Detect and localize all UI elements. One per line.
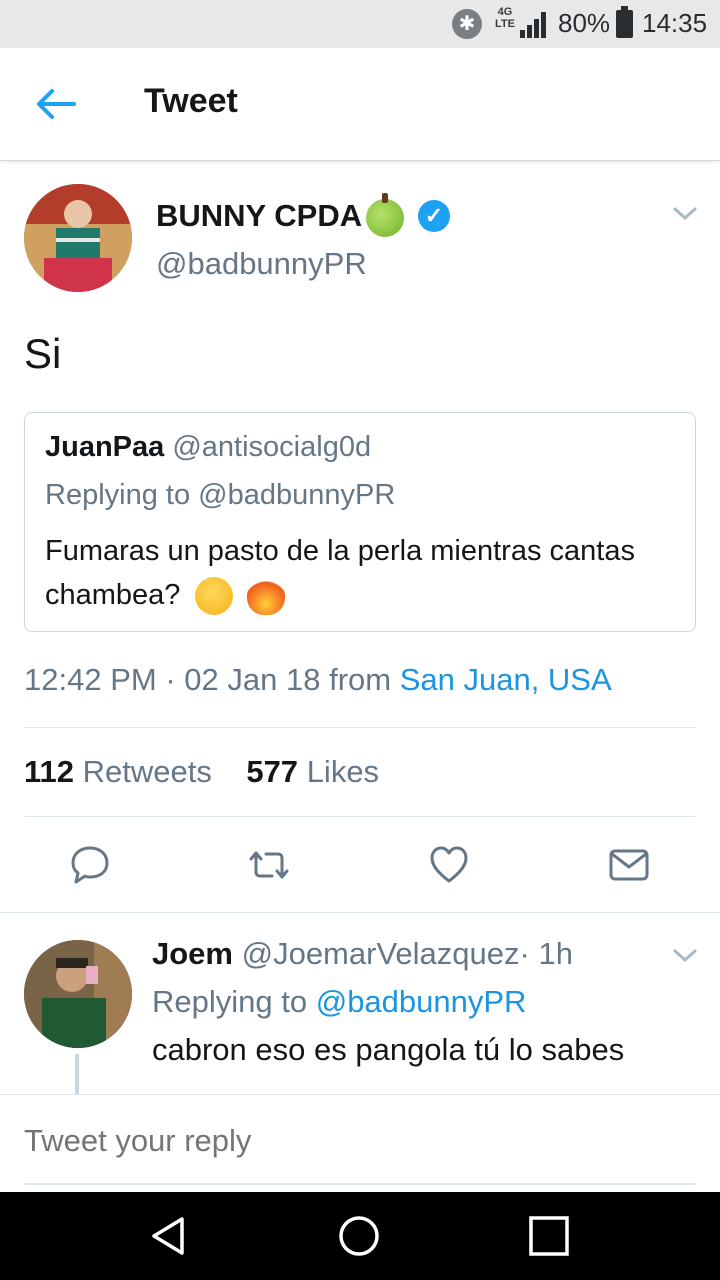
- quoted-author-line: JuanPaa @antisocialg0d: [45, 431, 371, 464]
- tweet-time: 12:42 PM: [24, 662, 157, 697]
- green-apple-emoji: [366, 193, 404, 237]
- reply-author-line: Joem @JoemarVelazquez· 1h: [152, 936, 573, 972]
- quoted-replying-to: Replying to @badbunnyPR: [45, 479, 396, 511]
- divider: [24, 727, 696, 728]
- recents-square-icon[interactable]: [527, 1214, 571, 1258]
- from-label: from: [329, 662, 392, 697]
- retweets-stat[interactable]: 112 Retweets: [24, 754, 212, 789]
- fire-emoji: [246, 577, 285, 616]
- likes-label: Likes: [306, 754, 380, 789]
- retweet-icon[interactable]: [248, 844, 290, 886]
- tweet-stats: 112 Retweets 577 Likes: [24, 754, 379, 790]
- divider: [24, 816, 696, 817]
- likes-count: 577: [246, 754, 299, 789]
- quoted-tweet[interactable]: JuanPaa @antisocialg0d Replying to @badb…: [24, 412, 696, 632]
- status-time: 14:35: [642, 8, 708, 38]
- page-title: Tweet: [144, 82, 238, 120]
- bluetooth-icon: ✱: [452, 9, 482, 39]
- home-circle-icon[interactable]: [337, 1214, 381, 1258]
- reply-replying-to: Replying to @badbunnyPR: [152, 984, 526, 1020]
- battery-percent: 80%: [558, 8, 611, 38]
- direct-message-icon[interactable]: [608, 844, 650, 886]
- chevron-down-icon[interactable]: [672, 206, 698, 222]
- retweets-count: 112: [24, 754, 75, 789]
- quoted-author-name: JuanPaa: [45, 431, 165, 463]
- tweet-text: Si: [24, 330, 62, 377]
- arrow-left-icon[interactable]: [34, 86, 78, 122]
- tweet-date: 02 Jan 18: [184, 662, 321, 697]
- author-name[interactable]: BUNNY CPDA: [156, 198, 362, 234]
- reply-text: cabron eso es pangola tú lo sabes: [152, 1032, 625, 1067]
- quoted-text-block: Fumaras un pasto de la perla mientras ca…: [45, 529, 665, 617]
- input-underline: [24, 1183, 696, 1185]
- thinking-face-emoji: [194, 577, 233, 616]
- reply-author-name[interactable]: Joem: [152, 936, 233, 971]
- author-handle[interactable]: @badbunnyPR: [156, 246, 367, 282]
- retweets-label: Retweets: [82, 754, 212, 789]
- reply-icon[interactable]: [69, 844, 111, 886]
- separator-dot: ·: [165, 662, 176, 697]
- location-link[interactable]: San Juan, USA: [400, 662, 612, 697]
- battery-icon: [616, 6, 633, 38]
- likes-stat[interactable]: 577 Likes: [246, 754, 379, 789]
- reply-author-avatar[interactable]: [24, 940, 132, 1048]
- thread-line: [75, 1054, 79, 1094]
- back-triangle-icon[interactable]: [146, 1214, 190, 1258]
- reply-age: 1h: [538, 936, 573, 971]
- reply-author-handle[interactable]: @JoemarVelazquez: [242, 936, 520, 971]
- status-bar: ✱ 4G LTE 80% 14:35: [0, 0, 720, 48]
- replying-prefix: Replying to: [152, 984, 308, 1019]
- app-bar: Tweet: [0, 48, 720, 161]
- verified-badge-icon: ✓: [418, 200, 450, 232]
- quoted-author-handle: @antisocialg0d: [172, 431, 372, 463]
- compose-bar: [0, 1094, 720, 1193]
- like-icon[interactable]: [428, 844, 470, 886]
- reply-input[interactable]: [24, 1123, 694, 1159]
- quoted-text: Fumaras un pasto de la perla mientras ca…: [45, 535, 635, 611]
- replying-handle-link[interactable]: @badbunnyPR: [316, 984, 527, 1019]
- author-avatar[interactable]: [24, 184, 132, 292]
- signal-icon: [520, 12, 554, 38]
- chevron-down-icon[interactable]: [672, 948, 698, 964]
- tweet-timestamp: 12:42 PM · 02 Jan 18 from San Juan, USA: [24, 662, 612, 698]
- divider: [0, 912, 720, 913]
- network-type-icon: 4G LTE: [495, 6, 515, 30]
- separator-dot: ·: [519, 936, 530, 971]
- navigation-bar: [0, 1192, 720, 1280]
